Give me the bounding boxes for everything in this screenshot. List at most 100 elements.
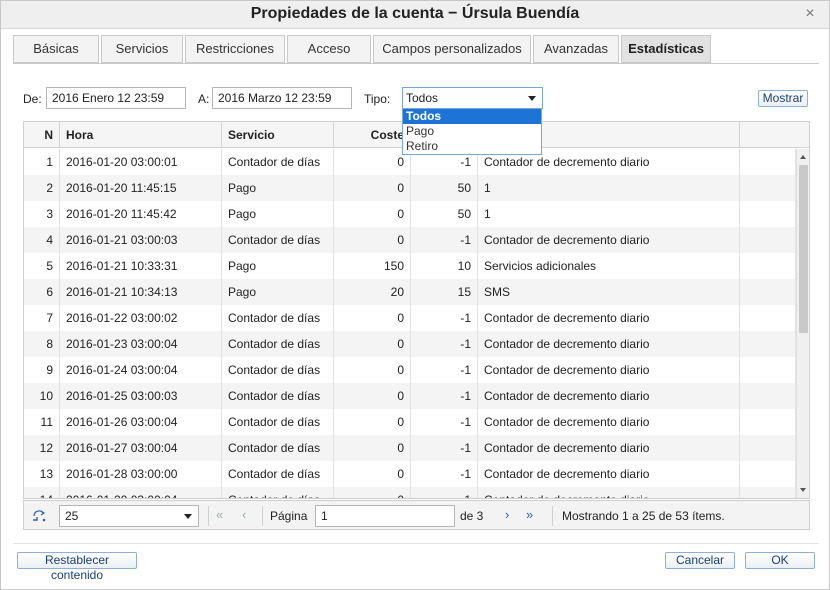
cell-servicio: Contador de días <box>222 305 334 331</box>
reset-content-button[interactable]: Restablecer contenido <box>17 552 137 582</box>
chevron-down-icon[interactable] <box>184 514 192 519</box>
table-row[interactable]: 142016-01-29 03:00:04Contador de días0-1… <box>24 487 796 498</box>
cell-coste: 150 <box>334 253 411 279</box>
table-row[interactable]: 3 2016-01-20 11:45:42 Pago 0 50 1 <box>24 201 796 227</box>
ok-button[interactable]: OK <box>745 552 815 569</box>
type-label: Tipo: <box>364 92 391 106</box>
table-row[interactable]: 2 2016-01-20 11:45:15 Pago 0 50 1 <box>24 175 796 201</box>
dialog-title: Propiedades de la cuenta − Úrsula Buendí… <box>250 5 580 22</box>
cell-cantidad: -1 <box>411 435 478 461</box>
cell-descripcion: Contador de decremento diario <box>478 435 740 461</box>
cell-coste: 0 <box>334 383 411 409</box>
cell-extra <box>740 487 796 498</box>
vertical-scrollbar[interactable] <box>796 149 809 498</box>
cell-cantidad: -1 <box>411 227 478 253</box>
cell-n: 1 <box>24 149 60 175</box>
column-header-servicio[interactable]: Servicio <box>222 122 334 148</box>
tab-servicios[interactable]: Servicios <box>101 35 183 63</box>
cell-descripcion: Contador de decremento diario <box>478 487 740 498</box>
scroll-up-icon[interactable] <box>800 155 806 159</box>
cell-cantidad: -1 <box>411 331 478 357</box>
refresh-arrows-icon[interactable] <box>31 508 47 524</box>
tab-bar: Básicas Servicios Restricciones Acceso C… <box>13 35 819 64</box>
column-header-coste[interactable]: Coste <box>334 122 411 148</box>
cell-n: 3 <box>24 201 60 227</box>
column-header-hora[interactable]: Hora <box>60 122 222 148</box>
cell-descripcion: SMS <box>478 279 740 305</box>
cell-extra <box>740 461 796 487</box>
table-row[interactable]: 7 2016-01-22 03:00:02 Contador de días 0 -1 C… <box>24 305 796 331</box>
page-number-input[interactable]: 1 <box>315 505 455 527</box>
table-row[interactable]: 12 2016-01-27 03:00:04 Contador de días 0 -1… <box>24 435 796 461</box>
tab-campos-personalizados[interactable]: Campos personalizados <box>373 35 531 63</box>
cell-hora: 2016-01-21 10:33:31 <box>60 253 222 279</box>
tab-restricciones[interactable]: Restricciones <box>185 35 285 63</box>
cell-descripcion: Contador de decremento diario <box>478 227 740 253</box>
cell-hora: 2016-01-20 11:45:42 <box>60 201 222 227</box>
table-row[interactable]: 11 2016-01-26 03:00:04 Contador de días 0 -1… <box>24 409 796 435</box>
cell-descripcion: Servicios adicionales <box>478 253 740 279</box>
table-row[interactable]: 5 2016-01-21 10:33:31 Pago 150 10 Servicios a… <box>24 253 796 279</box>
scrollbar-thumb[interactable] <box>799 165 808 333</box>
cell-extra <box>740 175 796 201</box>
cell-servicio: Pago <box>222 279 334 305</box>
cell-n: 11 <box>24 409 60 435</box>
tab-estadisticas[interactable]: Estadísticas <box>621 35 711 63</box>
cell-hora: 2016-01-20 03:00:01 <box>60 149 222 175</box>
cell-descripcion: Contador de decremento diario <box>478 357 740 383</box>
cell-n: 2 <box>24 175 60 201</box>
cell-extra <box>740 357 796 383</box>
cell-descripcion: 1 <box>478 175 740 201</box>
next-page-icon[interactable]: › <box>505 507 509 522</box>
cell-n: 4 <box>24 227 60 253</box>
statistics-table: N Hora Servicio Coste ción 12016-01-20 0… <box>23 121 810 499</box>
last-page-icon[interactable]: » <box>526 507 533 522</box>
show-button[interactable]: Mostrar <box>758 90 808 107</box>
from-label: De: <box>23 92 42 106</box>
cell-servicio: Pago <box>222 201 334 227</box>
table-row[interactable]: 8 2016-01-23 03:00:04 Contador de días 0 -1 C… <box>24 331 796 357</box>
table-row[interactable]: 13 2016-01-28 03:00:00 Contador de días 0 -1… <box>24 461 796 487</box>
from-date-field[interactable]: 2016 Enero 12 23:59 <box>46 87 186 109</box>
chevron-down-icon[interactable] <box>528 96 536 101</box>
cell-descripcion: Contador de decremento diario <box>478 461 740 487</box>
divider <box>208 506 209 526</box>
cell-cantidad: 50 <box>411 201 478 227</box>
column-header-n[interactable]: N <box>24 122 60 148</box>
cell-cantidad: -1 <box>411 383 478 409</box>
type-option-pago[interactable]: Pago <box>403 124 541 139</box>
type-option-todos[interactable]: Todos <box>403 109 541 124</box>
table-row[interactable]: 6 2016-01-21 10:34:13 Pago 20 15 SMS <box>24 279 796 305</box>
to-date-field[interactable]: 2016 Marzo 12 23:59 <box>212 87 352 109</box>
tab-acceso[interactable]: Acceso <box>287 35 371 63</box>
cell-servicio: Contador de días <box>222 357 334 383</box>
cell-extra <box>740 149 796 175</box>
table-row[interactable]: 10 2016-01-25 03:00:03 Contador de días 0 -1… <box>24 383 796 409</box>
prev-page-icon[interactable]: ‹ <box>242 507 246 522</box>
cell-n: 5 <box>24 253 60 279</box>
table-row[interactable]: 4 2016-01-21 03:00:03 Contador de días 0 -1 C… <box>24 227 796 253</box>
page-size-select[interactable]: 25 <box>59 505 199 527</box>
cell-coste: 0 <box>334 487 411 498</box>
cancel-button[interactable]: Cancelar <box>665 552 735 569</box>
cell-servicio: Contador de días <box>222 435 334 461</box>
table-row[interactable]: 9 2016-01-24 03:00:04 Contador de días 0 -1 C… <box>24 357 796 383</box>
cell-n: 12 <box>24 435 60 461</box>
scroll-down-icon[interactable] <box>800 488 806 492</box>
type-option-retiro[interactable]: Retiro <box>403 139 541 154</box>
cell-n: 13 <box>24 461 60 487</box>
tab-basicas[interactable]: Básicas <box>13 35 99 63</box>
type-select[interactable]: Todos <box>402 87 543 109</box>
cell-n: 10 <box>24 383 60 409</box>
cell-hora: 2016-01-20 11:45:15 <box>60 175 222 201</box>
cell-hora: 2016-01-27 03:00:04 <box>60 435 222 461</box>
cell-hora: 2016-01-21 10:34:13 <box>60 279 222 305</box>
cell-extra <box>740 409 796 435</box>
cell-cantidad: -1 <box>411 487 478 498</box>
close-icon[interactable]: × <box>803 6 817 22</box>
first-page-icon[interactable]: « <box>216 507 223 522</box>
cell-extra <box>740 279 796 305</box>
tab-avanzadas[interactable]: Avanzadas <box>533 35 619 63</box>
cell-servicio: Pago <box>222 253 334 279</box>
cell-coste: 20 <box>334 279 411 305</box>
